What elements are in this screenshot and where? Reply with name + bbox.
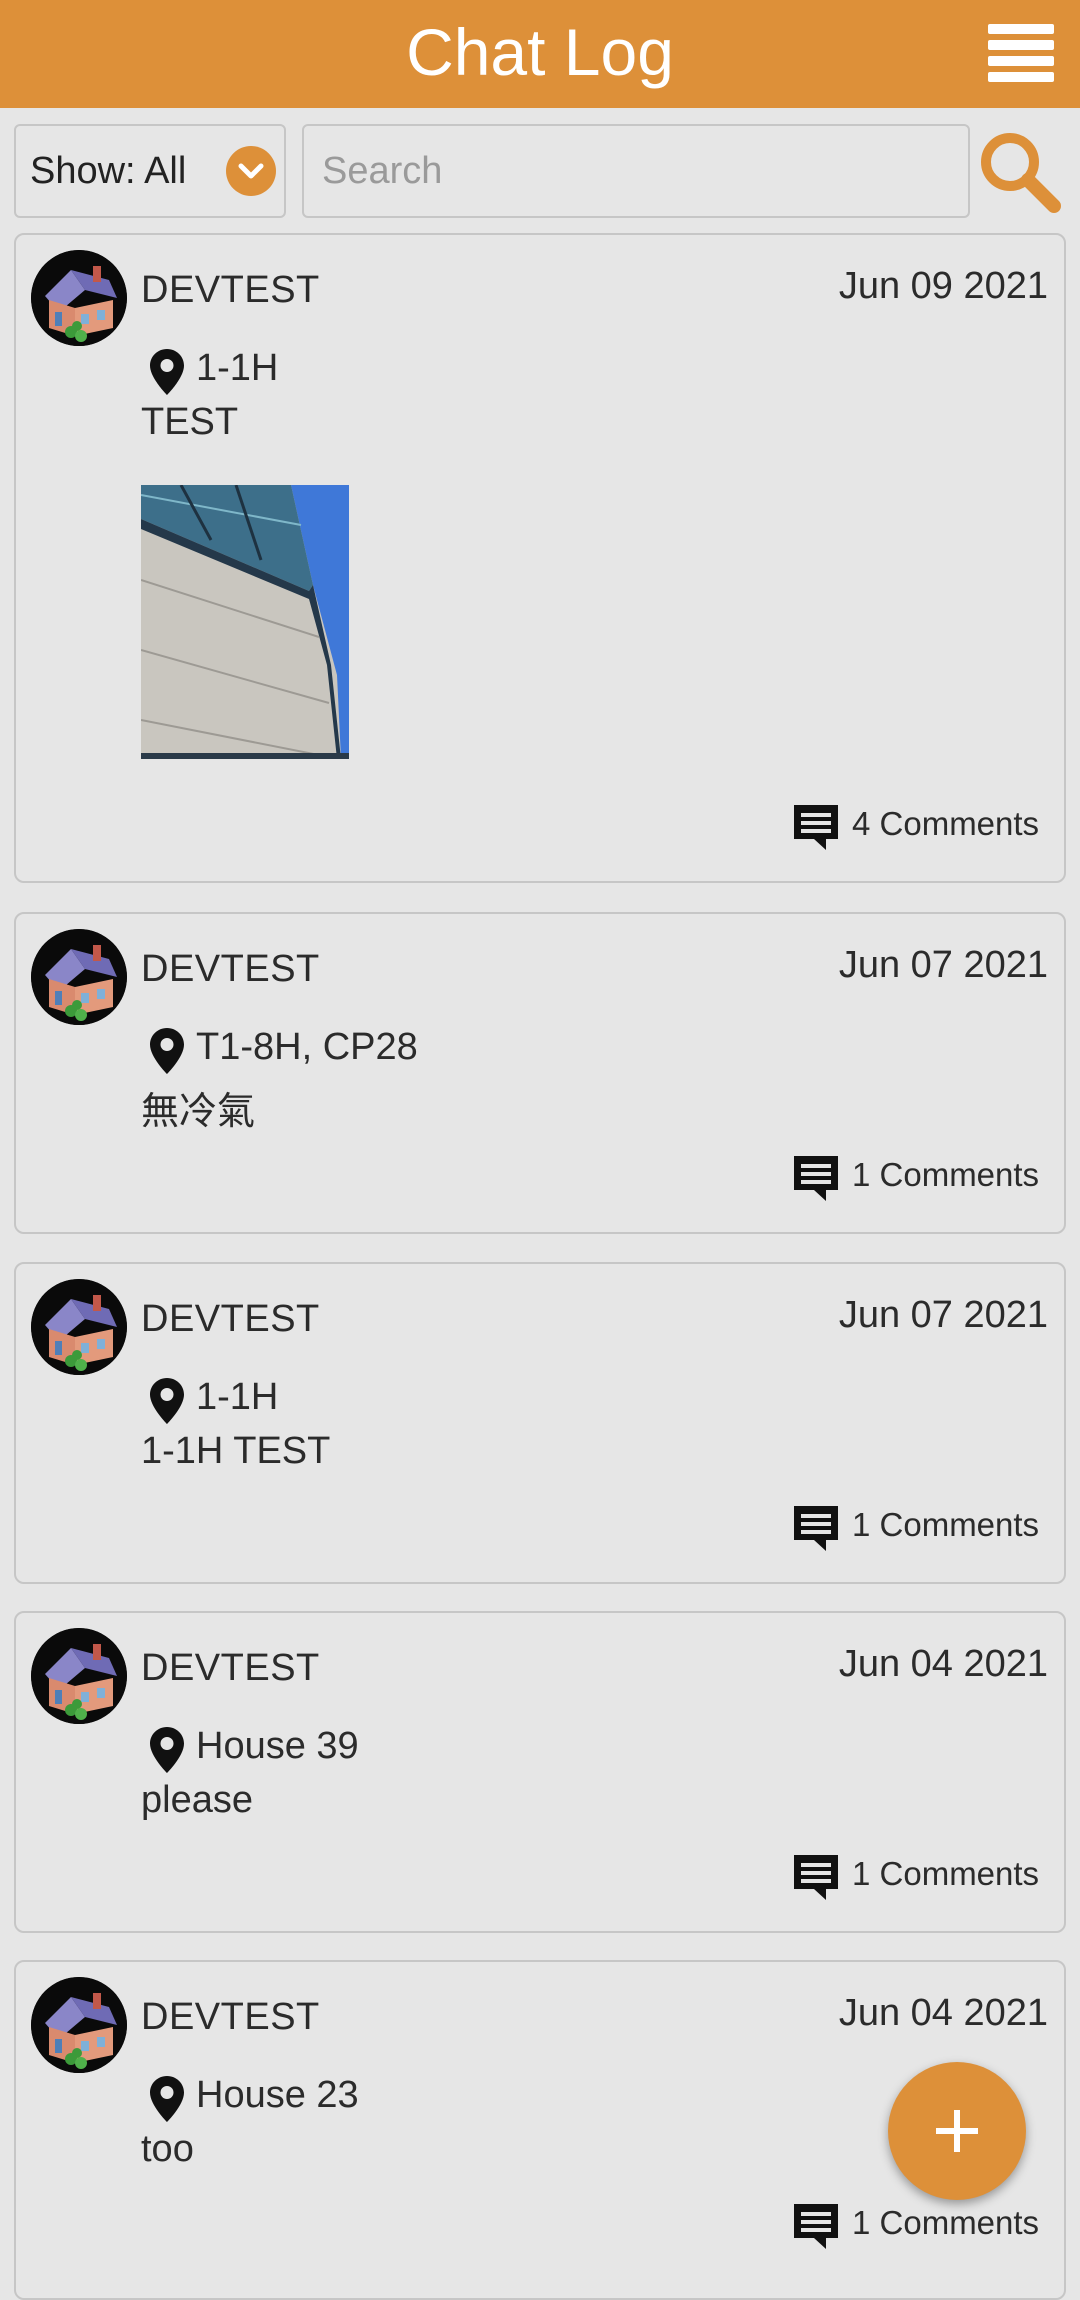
post-message: 1-1H TEST: [141, 1430, 331, 1472]
post-message: TEST: [141, 401, 239, 443]
comment-icon: [792, 1154, 840, 1202]
post-username: DEVTEST: [141, 1647, 320, 1689]
comments-count: 1 Comments: [852, 1156, 1040, 1193]
comment-icon: [792, 2202, 840, 2250]
filter-label: Show: All: [30, 150, 187, 192]
add-post-button[interactable]: [888, 2062, 1026, 2200]
comments-count: 1 Comments: [852, 1506, 1040, 1543]
post-location: 1-1H: [196, 1376, 279, 1418]
post-location: House 39: [196, 1725, 359, 1767]
comment-icon: [792, 1853, 840, 1901]
post-card[interactable]: DEVTEST Jun 04 2021 House 39 please 1 Co…: [14, 1611, 1066, 1933]
post-location: House 23: [196, 2074, 359, 2116]
post-card[interactable]: DEVTEST Jun 09 2021 1-1H TEST 4 Comments: [14, 233, 1066, 883]
location-pin-icon: [150, 349, 184, 395]
comments-count: 1 Comments: [852, 2204, 1040, 2241]
post-photo[interactable]: [141, 485, 349, 759]
chevron-down-icon: [226, 146, 276, 196]
avatar: [31, 1977, 127, 2073]
post-card[interactable]: DEVTEST Jun 07 2021 1-1H 1-1H TEST 1 Com…: [14, 1262, 1066, 1584]
hamburger-menu-icon[interactable]: [988, 24, 1054, 84]
avatar: [31, 250, 127, 346]
post-date: Jun 09 2021: [838, 265, 1048, 307]
post-message: 無冷氣: [141, 1091, 256, 1133]
location-pin-icon: [150, 1727, 184, 1773]
post-date: Jun 07 2021: [838, 944, 1048, 986]
post-location: T1-8H, CP28: [196, 1026, 418, 1068]
location-pin-icon: [150, 1378, 184, 1424]
search-input[interactable]: [302, 124, 970, 218]
comments-link[interactable]: 1 Comments: [792, 1504, 1042, 1552]
post-date: Jun 04 2021: [838, 1992, 1048, 2034]
comments-count: 1 Comments: [852, 1855, 1040, 1892]
comment-icon: [792, 803, 840, 851]
comments-link[interactable]: 1 Comments: [792, 2202, 1042, 2250]
plus-icon: [888, 2110, 1026, 2204]
show-filter-dropdown[interactable]: Show: All: [14, 124, 286, 218]
avatar: [31, 929, 127, 1025]
avatar: [31, 1279, 127, 1375]
comments-link[interactable]: 4 Comments: [792, 803, 1042, 851]
post-username: DEVTEST: [141, 948, 320, 990]
location-pin-icon: [150, 2076, 184, 2122]
comment-icon: [792, 1504, 840, 1552]
search-icon[interactable]: [972, 124, 1066, 218]
post-date: Jun 04 2021: [838, 1643, 1048, 1685]
comments-count: 4 Comments: [852, 805, 1040, 842]
location-pin-icon: [150, 1028, 184, 1074]
post-location: 1-1H: [196, 347, 279, 389]
comments-link[interactable]: 1 Comments: [792, 1154, 1042, 1202]
post-username: DEVTEST: [141, 269, 320, 311]
post-username: DEVTEST: [141, 1298, 320, 1340]
post-date: Jun 07 2021: [838, 1294, 1048, 1336]
app-header: Chat Log: [0, 0, 1080, 108]
page-title: Chat Log: [406, 15, 674, 89]
post-card[interactable]: DEVTEST Jun 07 2021 T1-8H, CP28 無冷氣 1 Co…: [14, 912, 1066, 1234]
comments-link[interactable]: 1 Comments: [792, 1853, 1042, 1901]
avatar: [31, 1628, 127, 1724]
post-username: DEVTEST: [141, 1996, 320, 2038]
post-message: please: [141, 1779, 253, 1821]
post-message: too: [141, 2128, 194, 2170]
